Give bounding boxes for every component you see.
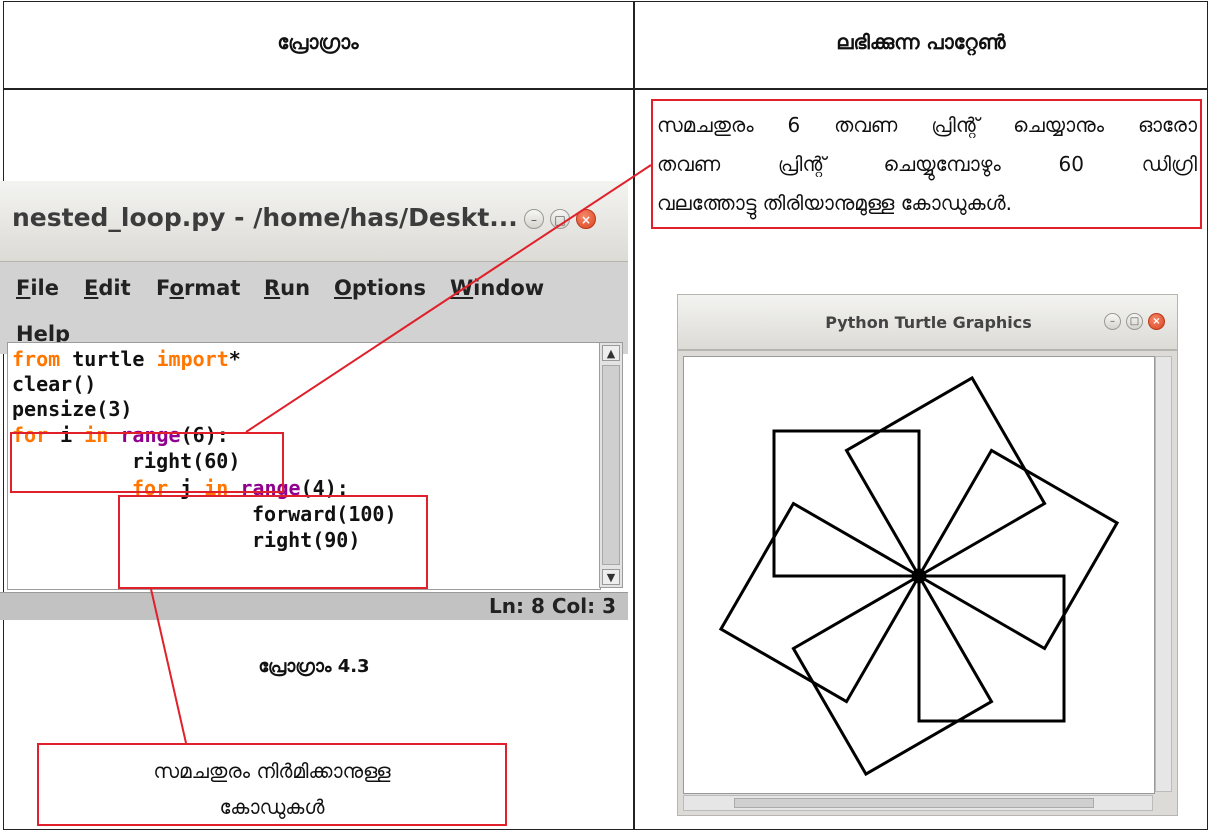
turtle-square [844, 375, 1047, 579]
turtle-canvas [683, 356, 1155, 794]
title-bar: nested_loop.py - /home/has/Deskt... – □ … [0, 181, 628, 262]
program-caption: പ്രോഗ്രാം 4.3 [258, 656, 370, 677]
vertical-scrollbar[interactable] [1155, 356, 1172, 792]
header-divider [3, 88, 1208, 90]
outer-loop-highlight [10, 432, 284, 493]
repeat-code-note-text: സമചതുരം 6 തവണ പ്രിന്റ് ചെയ്യാനും ഓരോ തവണ… [657, 106, 1197, 223]
code-line: pensize(3) [12, 397, 133, 421]
close-icon[interactable]: × [576, 209, 596, 229]
note-line: സമചതുരം നിർമിക്കാനുള്ള [153, 759, 391, 783]
header-program: പ്രോഗ്രാം [277, 30, 359, 54]
menu-run[interactable]: Run [264, 276, 310, 300]
vertical-scrollbar[interactable]: ▲ ▼ [599, 342, 623, 588]
menu-edit[interactable]: Edit [84, 276, 131, 300]
scroll-up-icon[interactable]: ▲ [602, 345, 620, 361]
horizontal-scrollbar[interactable] [683, 795, 1153, 811]
title-bar: Python Turtle Graphics – □ × [677, 294, 1178, 350]
window-title: nested_loop.py - /home/has/Deskt... [12, 203, 518, 232]
maximize-icon[interactable]: □ [550, 209, 570, 229]
minimize-icon[interactable]: – [1104, 313, 1121, 330]
scroll-thumb[interactable] [734, 798, 1094, 808]
inner-loop-highlight [118, 495, 428, 589]
scroll-down-icon[interactable]: ▼ [602, 569, 620, 585]
note-line: സമചതുരം 6 തവണ പ്രിന്റ് ചെയ്യാനും ഓരോ [657, 113, 1197, 137]
turtle-body [677, 350, 1178, 816]
maximize-icon[interactable]: □ [1126, 313, 1143, 330]
turtle-square [916, 448, 1120, 651]
header-pattern: ലഭിക്കുന്ന പാറ്റേൺ [836, 30, 1006, 54]
code-line: from turtle import* [12, 347, 241, 371]
menu-bar: File Edit Format Run Options Window Help [0, 262, 628, 354]
turtle-square [718, 501, 922, 704]
square-pattern [718, 375, 1120, 777]
cursor-position: Ln: 8 Col: 3 [489, 594, 616, 618]
turtle-square [791, 573, 994, 777]
menu-format[interactable]: Format [156, 276, 240, 300]
close-icon[interactable]: × [1148, 313, 1165, 330]
minimize-icon[interactable]: – [524, 209, 544, 229]
scroll-thumb[interactable] [602, 365, 620, 565]
menu-window[interactable]: Window [450, 276, 544, 300]
turtle-window: Python Turtle Graphics – □ × [677, 294, 1178, 816]
code-line: clear() [12, 372, 97, 396]
note-line: തവണ പ്രിന്റ് ചെയ്യുമ്പോഴും 60 ഡിഗ്രി [657, 152, 1197, 176]
note-line: കോഡുകൾ [219, 795, 325, 819]
turtle-cursor [911, 568, 927, 584]
square-code-note-text: സമചതുരം നിർമിക്കാനുള്ള കോഡുകൾ [37, 753, 507, 825]
note-line: വലത്തോട്ടു തിരിയാനുമുള്ള കോഡുകൾ. [657, 191, 1012, 215]
column-divider [633, 1, 635, 830]
menu-file[interactable]: File [16, 276, 59, 300]
menu-options[interactable]: Options [334, 276, 426, 300]
status-bar: Ln: 8 Col: 3 [0, 592, 628, 620]
